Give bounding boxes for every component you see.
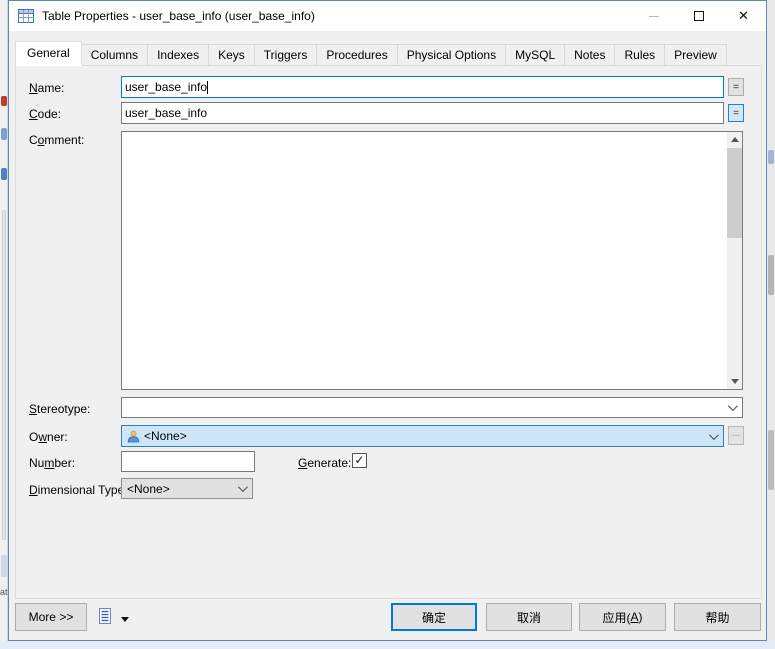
owner-browse-button[interactable]: ... bbox=[728, 426, 744, 445]
name-input[interactable] bbox=[121, 76, 724, 98]
stereotype-combobox[interactable] bbox=[121, 397, 743, 418]
cancel-button[interactable]: 取消 bbox=[486, 603, 572, 631]
background-scrollbar-thumb bbox=[768, 255, 774, 295]
background-app-bottom-edge bbox=[0, 641, 775, 649]
check-icon: ✓ bbox=[354, 452, 365, 467]
code-label: Code: bbox=[29, 107, 62, 121]
background-toolbar-icon bbox=[768, 150, 774, 164]
tab-notes[interactable]: Notes bbox=[564, 44, 616, 66]
scroll-down-button[interactable] bbox=[727, 374, 742, 389]
generate-checkbox[interactable]: ✓ bbox=[352, 453, 367, 468]
tab-physical-options[interactable]: Physical Options bbox=[396, 44, 507, 66]
generate-label: Generate: bbox=[298, 456, 352, 470]
tab-general[interactable]: General bbox=[15, 41, 82, 66]
tab-columns[interactable]: Columns bbox=[80, 44, 149, 66]
chevron-down-icon bbox=[708, 429, 719, 440]
chevron-down-icon bbox=[727, 401, 738, 412]
maximize-button[interactable] bbox=[676, 1, 721, 31]
comment-scrollbar[interactable] bbox=[727, 132, 742, 389]
chevron-down-icon bbox=[237, 482, 248, 493]
owner-value: <None> bbox=[144, 429, 187, 443]
name-equals-button[interactable]: = bbox=[728, 78, 744, 96]
tab-rules[interactable]: Rules bbox=[614, 44, 666, 66]
background-clipped-text: at bbox=[0, 587, 8, 597]
table-properties-dialog: Table Properties - user_base_info (user_… bbox=[8, 0, 767, 641]
tab-strip: General Columns Indexes Keys Triggers Pr… bbox=[15, 41, 727, 66]
background-scrollbar bbox=[2, 210, 6, 540]
tab-mysql[interactable]: MySQL bbox=[505, 44, 566, 66]
maximize-icon bbox=[693, 11, 704, 21]
dimensional-type-combobox[interactable]: <None> bbox=[121, 478, 253, 499]
user-icon bbox=[127, 430, 140, 442]
more-button[interactable]: More >> bbox=[15, 603, 87, 631]
background-toolbar-icon bbox=[1, 96, 7, 106]
apply-button[interactable]: 应用(A) bbox=[579, 603, 666, 631]
number-label: Number: bbox=[29, 456, 76, 470]
owner-combobox[interactable]: <None> bbox=[121, 425, 724, 447]
scrollbar-thumb[interactable] bbox=[727, 148, 742, 238]
code-equals-button[interactable]: = bbox=[728, 104, 744, 122]
dropdown-arrow-icon[interactable] bbox=[121, 617, 129, 622]
minimize-button bbox=[631, 1, 676, 31]
background-app-left-edge: at bbox=[0, 0, 8, 649]
background-toolbar-icon bbox=[1, 128, 7, 140]
background-toolbar-icon bbox=[1, 555, 7, 577]
tab-procedures[interactable]: Procedures bbox=[316, 44, 398, 66]
tab-triggers[interactable]: Triggers bbox=[253, 44, 318, 66]
background-scrollbar-thumb bbox=[768, 430, 774, 490]
owner-label: Owner: bbox=[29, 430, 68, 444]
tab-indexes[interactable]: Indexes bbox=[147, 44, 210, 66]
number-input[interactable] bbox=[121, 451, 255, 472]
arrow-up-icon bbox=[730, 137, 739, 142]
comment-label: Comment: bbox=[29, 133, 85, 147]
code-input[interactable] bbox=[121, 102, 724, 124]
close-button[interactable]: ✕ bbox=[721, 1, 766, 31]
dialog-title: Table Properties - user_base_info (user_… bbox=[42, 9, 315, 23]
close-icon: ✕ bbox=[738, 8, 749, 23]
ok-button[interactable]: 确定 bbox=[391, 603, 477, 631]
name-label: Name: bbox=[29, 81, 65, 95]
background-toolbar-icon bbox=[1, 168, 7, 180]
report-icon[interactable] bbox=[97, 608, 113, 625]
tab-keys[interactable]: Keys bbox=[208, 44, 255, 66]
dimensional-type-label: Dimensional Type: bbox=[29, 483, 128, 497]
arrow-down-icon bbox=[730, 379, 739, 384]
dimensional-type-value: <None> bbox=[127, 481, 170, 496]
background-app-right-edge bbox=[767, 0, 775, 649]
scroll-up-button[interactable] bbox=[727, 132, 742, 147]
stereotype-label: Stereotype: bbox=[29, 402, 91, 416]
help-button[interactable]: 帮助 bbox=[674, 603, 761, 631]
comment-textarea[interactable] bbox=[121, 131, 743, 390]
minimize-icon bbox=[648, 15, 659, 17]
tab-preview[interactable]: Preview bbox=[664, 44, 727, 66]
text-caret bbox=[207, 81, 208, 94]
table-icon bbox=[18, 9, 34, 23]
